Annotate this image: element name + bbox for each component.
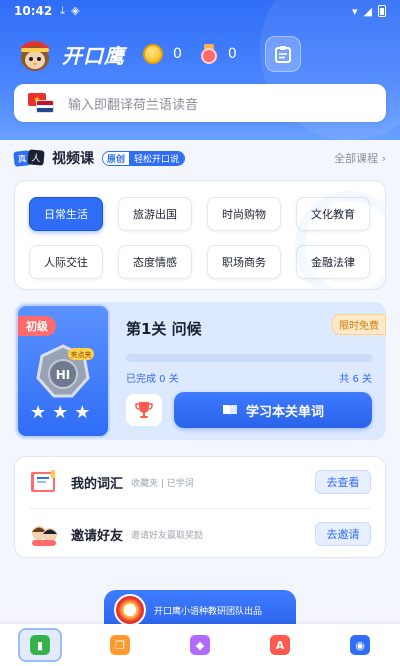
trophy-icon — [135, 402, 153, 418]
tab-profile[interactable]: ◉ — [338, 628, 382, 662]
list-item-invite-friends[interactable]: 邀请好友 邀请好友赢取奖励 去邀请 — [15, 509, 385, 559]
tab-courses[interactable]: ❐ — [98, 628, 142, 662]
app-title: 开口鹰 — [62, 43, 125, 68]
coin-icon — [143, 44, 163, 64]
bottom-tab-bar: ▮ ❐ ◆ A ◉ — [0, 624, 400, 666]
category-button[interactable]: 旅游出国 — [118, 197, 192, 231]
netherlands-flag-icon — [36, 100, 54, 113]
medal-counter[interactable]: 0 — [200, 44, 237, 64]
team-avatar-icon — [114, 594, 146, 626]
feature-list-card: 我的词汇 收藏夹 | 已学词 去查看 邀请好友 邀请好友赢取奖励 去邀请 — [14, 456, 386, 558]
star-icon: ★ — [30, 402, 47, 423]
wifi-icon: ▾ — [352, 4, 358, 18]
courses-icon: ❐ — [110, 635, 130, 655]
top-row: 开口鹰 0 0 — [14, 34, 386, 74]
lesson-title: 第1关 问候 — [126, 320, 202, 338]
download-icon: ⤓ — [60, 4, 66, 17]
status-time: 10:42 — [14, 4, 53, 18]
clipboard-button[interactable] — [264, 36, 301, 72]
mascot-logo — [14, 34, 56, 74]
invite-button[interactable]: 去邀请 — [315, 522, 371, 546]
video-course-header: 真 人 视频课 原创 轻松开口说 全部课程 › — [13, 148, 386, 168]
completed-count: 已完成 0 关 — [126, 374, 179, 385]
book-icon — [222, 405, 237, 415]
medal-icon — [200, 44, 218, 64]
category-button[interactable]: 金融法律 — [296, 245, 370, 279]
translate-search-bar[interactable]: ★ 输入即翻译荷兰语读音 — [14, 84, 386, 122]
vip-icon: ◆ — [190, 635, 210, 655]
status-bar: 10:42 ⤓ ◈ ▾ ◢ — [0, 0, 400, 22]
category-button[interactable]: 态度情感 — [118, 245, 192, 279]
dictionary-icon: A — [270, 635, 290, 655]
trophy-button[interactable] — [126, 394, 162, 426]
star-icon: ★ — [74, 402, 91, 423]
home-icon: ▮ — [30, 635, 50, 655]
list-item-my-vocabulary[interactable]: 我的词汇 收藏夹 | 已学词 去查看 — [15, 457, 385, 507]
row-subtitle: 收藏夹 | 已学词 — [131, 478, 194, 489]
section-title: 视频课 — [52, 151, 94, 167]
category-grid: 日常生活 旅游出国 时尚购物 文化教育人际交往 态度情感 职场商务 金融法律 — [29, 197, 371, 279]
real-person-badge: 真 人 — [13, 149, 48, 167]
original-tag: 原创 轻松开口说 — [102, 150, 186, 166]
vocabulary-book-icon — [29, 469, 59, 495]
hi-medal-icon: HI 夹点夹 — [32, 342, 94, 400]
tab-dictionary[interactable]: A — [258, 628, 302, 662]
friends-avatar-icon — [29, 521, 59, 547]
signal-icon: ◢ — [363, 4, 372, 18]
profile-icon: ◉ — [350, 635, 370, 655]
tab-vip[interactable]: ◆ — [178, 628, 222, 662]
category-button[interactable]: 时尚购物 — [207, 197, 281, 231]
all-courses-link[interactable]: 全部课程 › — [334, 150, 386, 166]
lesson-progress-bar — [126, 354, 372, 362]
coin-count: 0 — [173, 46, 182, 62]
star-icon: ★ — [52, 402, 69, 423]
level-thumbnail[interactable]: 初级 HI 夹点夹 ★ ★ ★ — [16, 304, 110, 438]
limited-free-badge: 限时免费 — [332, 314, 386, 335]
clipboard-icon — [274, 46, 291, 63]
category-button[interactable]: 人际交往 — [29, 245, 103, 279]
svg-text:夹点夹: 夹点夹 — [71, 350, 92, 359]
banner-text: 开口鹰小语种教研团队出品 — [154, 606, 263, 617]
search-placeholder: 输入即翻译荷兰语读音 — [68, 97, 199, 113]
star-rating: ★ ★ ★ — [30, 404, 90, 422]
svg-text:HI: HI — [56, 368, 71, 382]
battery-icon — [378, 5, 386, 17]
category-button[interactable]: 职场商务 — [207, 245, 281, 279]
row-title: 我的词汇 — [71, 476, 124, 492]
tab-home[interactable]: ▮ — [18, 628, 62, 662]
row-title: 邀请好友 — [71, 528, 124, 544]
study-words-button[interactable]: 学习本关单词 — [174, 392, 372, 428]
language-flags[interactable]: ★ — [28, 93, 56, 113]
medal-count: 0 — [227, 46, 237, 62]
lesson-card[interactable]: 初级 HI 夹点夹 ★ ★ ★ 第1关 问候 限时免费 已完成 0 关 共 6 … — [14, 302, 386, 440]
view-button[interactable]: 去查看 — [315, 470, 371, 494]
coin-counter[interactable]: 0 — [143, 44, 182, 64]
category-card: 日常生活 旅游出国 时尚购物 文化教育人际交往 态度情感 职场商务 金融法律 — [14, 180, 386, 290]
category-button[interactable]: 文化教育 — [296, 197, 370, 231]
level-badge: 初级 — [18, 316, 56, 336]
app-notification-icon: ◈ — [71, 4, 80, 17]
total-count: 共 6 关 — [339, 374, 372, 385]
category-button[interactable]: 日常生活 — [29, 197, 103, 231]
row-subtitle: 邀请好友赢取奖励 — [131, 530, 204, 541]
